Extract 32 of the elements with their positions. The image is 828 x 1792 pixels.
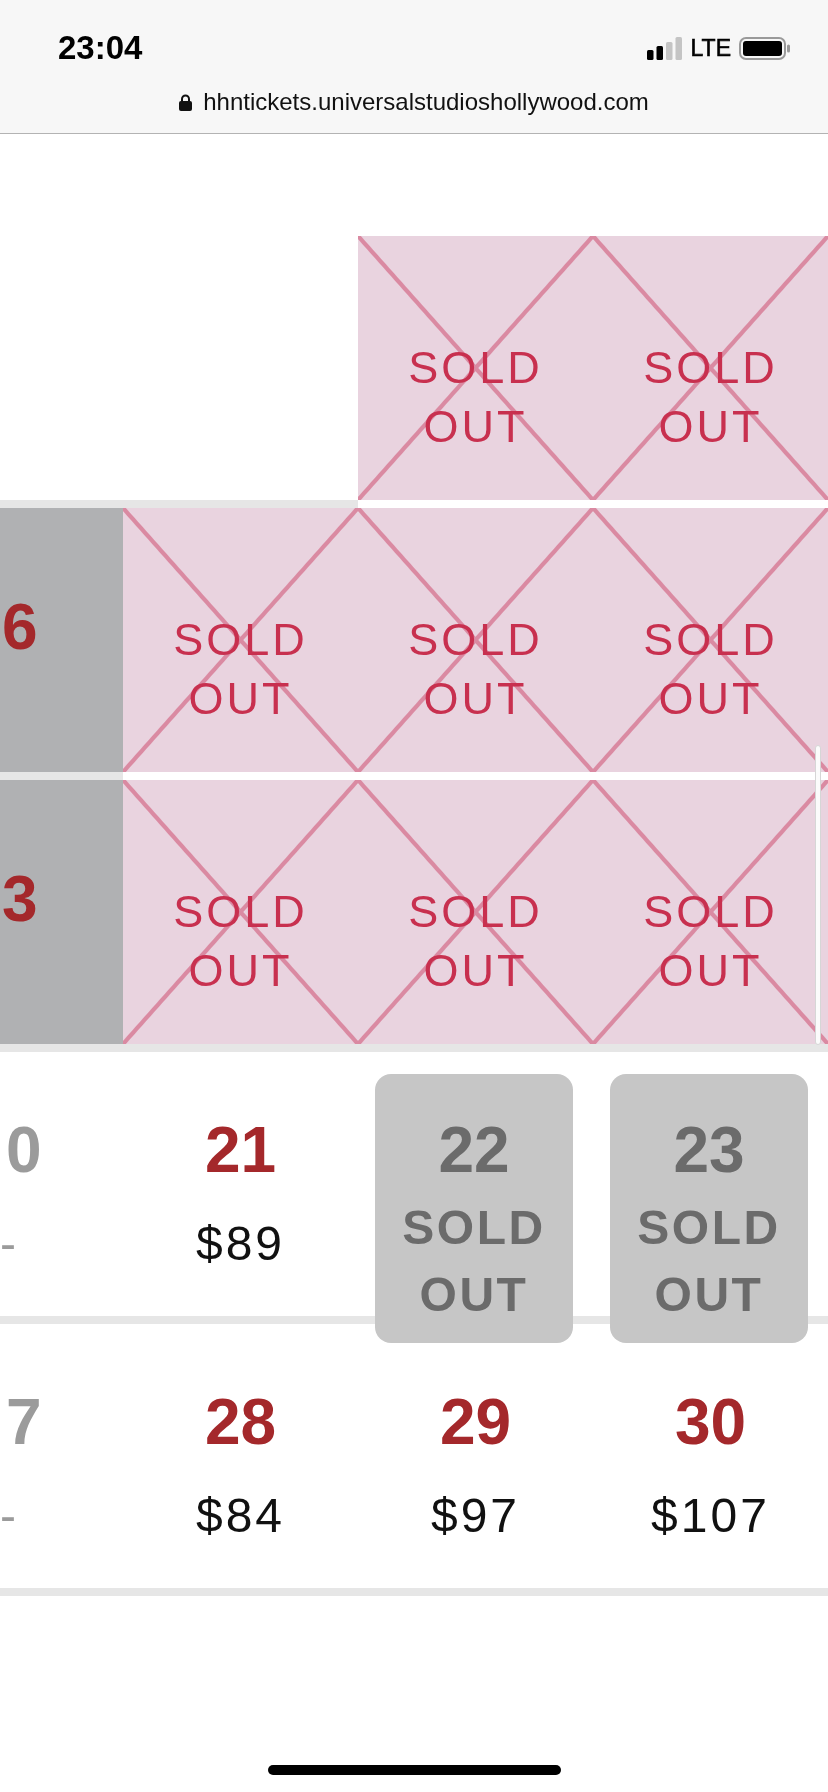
sold-out-label: SOLD OUT [401, 1200, 547, 1323]
url-text: hhntickets.universalstudioshollywood.com [203, 87, 649, 117]
status-time: 23:04 [58, 28, 143, 68]
sold-out-label: SOLD OUT [642, 341, 779, 454]
sold-out-label: SOLD OUT [407, 341, 544, 454]
sold-out-label: SOLD OUT [642, 613, 779, 726]
price-text: - [0, 1488, 16, 1544]
date-number[interactable]: 30 [674, 1386, 747, 1458]
sold-out-label: SOLD OUT [407, 885, 544, 998]
network-label: LTE [690, 34, 731, 62]
price-text[interactable]: $97 [430, 1488, 521, 1544]
price-text[interactable]: $84 [195, 1488, 286, 1544]
date-number: 23 [673, 1114, 745, 1186]
sold-out-label: SOLD OUT [407, 613, 544, 726]
sold-out-label: SOLD OUT [642, 885, 779, 998]
date-number[interactable]: 21 [204, 1114, 277, 1186]
sold-out-label: SOLD OUT [636, 1200, 782, 1323]
date-number[interactable]: 29 [439, 1386, 512, 1458]
date-number: 6 [2, 591, 38, 663]
date-number[interactable]: 28 [204, 1386, 277, 1458]
price-text[interactable]: $89 [195, 1216, 286, 1272]
price-text[interactable]: $107 [651, 1488, 770, 1544]
date-number: 22 [438, 1114, 510, 1186]
signal-icon [646, 36, 683, 60]
date-number: 0 [6, 1114, 42, 1186]
lock-icon [179, 93, 193, 111]
date-number: 7 [6, 1386, 42, 1458]
battery-icon [739, 36, 790, 60]
sold-out-label: SOLD OUT [172, 613, 309, 726]
date-number: 3 [2, 863, 38, 935]
price-text: - [0, 1216, 16, 1272]
sold-out-label: SOLD OUT [172, 885, 309, 998]
